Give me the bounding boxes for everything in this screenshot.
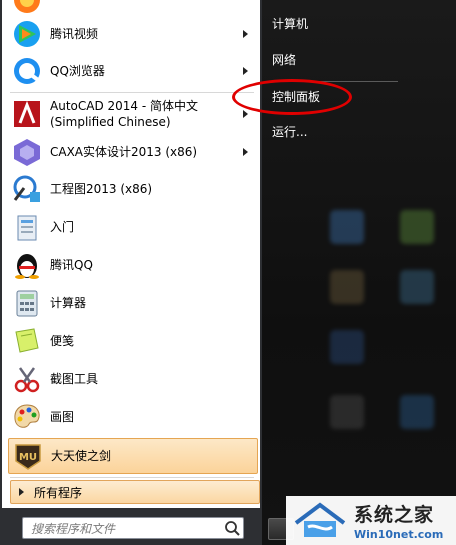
scissors-icon	[12, 364, 42, 394]
submenu-arrow-icon[interactable]	[243, 148, 248, 156]
search-icon[interactable]	[221, 518, 243, 538]
archangel-sword-icon: MU	[13, 441, 43, 471]
program-item-paint[interactable]: 画图	[2, 400, 260, 434]
run-link[interactable]: 运行...	[272, 125, 307, 139]
program-item-caxa[interactable]: CAXA实体设计2013 (x86)	[2, 136, 260, 168]
program-item-snipping-tool[interactable]: 截图工具	[2, 362, 260, 396]
annotation-circle	[232, 79, 352, 115]
program-label: 计算器	[50, 296, 87, 310]
watermark-text: 系统之家 Win10net.com	[354, 500, 443, 541]
program-label: 腾讯视频	[50, 27, 99, 41]
program-item-qq-browser[interactable]: QQ浏览器	[2, 55, 260, 87]
program-label-group: AutoCAD 2014 - 简体中文 (Simplified Chinese)	[50, 98, 198, 130]
paint-palette-icon	[12, 402, 42, 432]
separator	[10, 92, 254, 93]
program-label: 画图	[50, 410, 75, 424]
program-label: 便笺	[50, 334, 75, 348]
engineering-drawing-icon	[12, 174, 42, 204]
search-input[interactable]: 搜索程序和文件	[22, 517, 244, 539]
program-label: 工程图2013 (x86)	[50, 182, 153, 196]
program-item-autocad[interactable]: AutoCAD 2014 - 简体中文 (Simplified Chinese)	[2, 96, 260, 132]
qq-penguin-icon	[12, 250, 42, 280]
tencent-video-icon	[12, 19, 42, 49]
submenu-arrow-icon[interactable]	[243, 110, 248, 118]
program-item-getting-started[interactable]: 入门	[2, 210, 260, 244]
program-label: 入门	[50, 220, 75, 234]
watermark-title: 系统之家	[354, 504, 435, 526]
program-label: AutoCAD 2014 - 简体中文	[50, 99, 199, 113]
blurred-desktop-icon	[330, 395, 364, 429]
blurred-desktop-icon	[330, 330, 364, 364]
all-programs-button[interactable]: 所有程序	[10, 480, 260, 504]
expand-arrow-icon	[19, 488, 24, 496]
program-item-calculator[interactable]: 计算器	[2, 286, 260, 320]
program-label: CAXA实体设计2013 (x86)	[50, 145, 198, 159]
house-logo-icon	[292, 501, 350, 541]
submenu-arrow-icon[interactable]	[243, 30, 248, 38]
program-label: 腾讯QQ	[50, 258, 93, 272]
program-item-tencent-video[interactable]: 腾讯视频	[2, 18, 260, 50]
caxa-icon	[12, 137, 42, 167]
blurred-desktop-icon	[330, 270, 364, 304]
program-item-sticky-notes[interactable]: 便笺	[2, 324, 260, 358]
autocad-icon	[12, 99, 42, 129]
watermark: 系统之家 Win10net.com	[286, 496, 456, 545]
program-label-line2: (Simplified Chinese)	[50, 115, 171, 129]
getting-started-icon	[12, 212, 42, 242]
program-label: QQ浏览器	[50, 64, 105, 78]
blurred-desktop-icon	[400, 270, 434, 304]
program-label: 大天使之剑	[51, 449, 112, 463]
program-item-partial[interactable]	[2, 0, 260, 14]
svg-text:MU: MU	[19, 452, 37, 463]
calculator-icon	[12, 288, 42, 318]
blurred-desktop-icon	[400, 210, 434, 244]
blurred-desktop-icon	[400, 395, 434, 429]
computer-link[interactable]: 计算机	[272, 17, 308, 31]
start-menu: 腾讯视频 QQ浏览器 AutoCAD 2014 - 简体中文 (Simplifi…	[0, 0, 262, 545]
programs-pane: 腾讯视频 QQ浏览器 AutoCAD 2014 - 简体中文 (Simplifi…	[2, 0, 260, 508]
sticky-notes-icon	[12, 326, 42, 356]
program-item-archangel-sword[interactable]: MU 大天使之剑	[8, 438, 258, 474]
blurred-desktop-icon	[330, 210, 364, 244]
program-item-tencent-qq[interactable]: 腾讯QQ	[2, 248, 260, 282]
network-link[interactable]: 网络	[272, 53, 296, 67]
watermark-url: Win10net.com	[354, 528, 444, 541]
separator	[10, 477, 254, 478]
qq-browser-icon	[12, 56, 42, 86]
app-icon	[12, 0, 42, 15]
all-programs-label: 所有程序	[34, 485, 83, 500]
program-item-engineering-drawing[interactable]: 工程图2013 (x86)	[2, 172, 260, 206]
submenu-arrow-icon[interactable]	[243, 67, 248, 75]
search-placeholder: 搜索程序和文件	[31, 521, 116, 536]
program-label: 截图工具	[50, 372, 99, 386]
